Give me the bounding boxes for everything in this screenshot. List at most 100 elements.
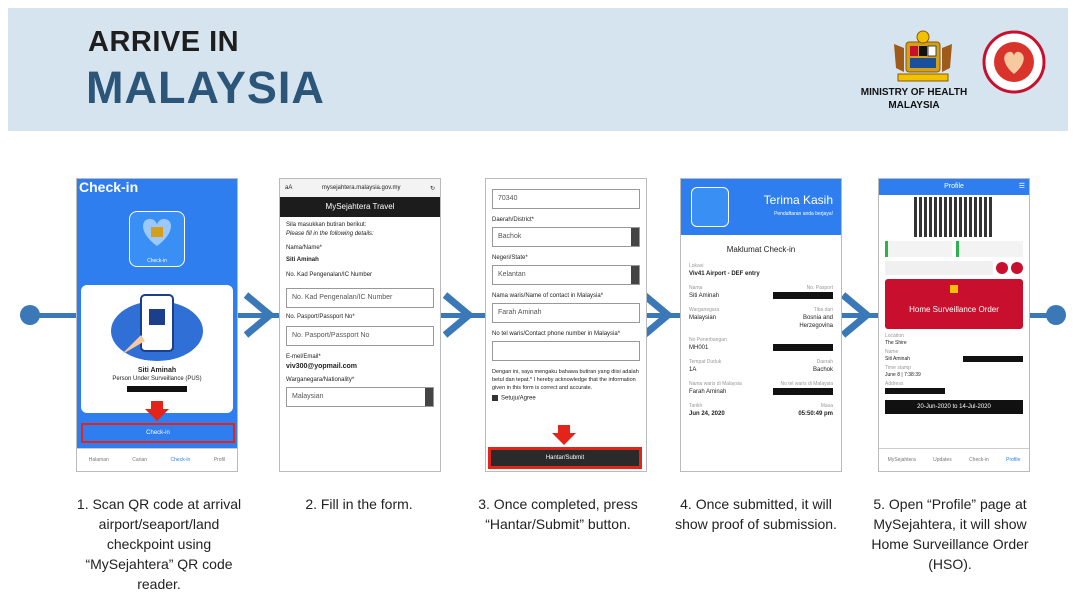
nationality-select[interactable]: Malaysian	[286, 387, 434, 407]
seat-label: Tempat Duduk	[689, 359, 722, 365]
ministry-label: MINISTRY OF HEALTH MALAYSIA	[860, 87, 968, 111]
redacted-block	[127, 386, 187, 392]
redacted-block	[773, 388, 833, 395]
intro-text-en: Please fill in the following details:	[286, 231, 374, 237]
caption-step3: 3. Once completed, press “Hantar/Submit”…	[478, 496, 638, 532]
app-icon: Check-in	[129, 211, 185, 267]
nav-profile[interactable]: Profil	[214, 457, 225, 463]
screen-checkin: Check-in Check-in Siti Aminah Person Und…	[76, 178, 238, 472]
coat-of-arms-logo	[888, 28, 958, 84]
status-card-green	[885, 241, 952, 257]
arrow-down-icon	[145, 401, 169, 421]
nav-updates[interactable]: Updates	[933, 457, 952, 463]
bottom-nav: Halaman Carian Check-in Profil	[77, 448, 237, 471]
state-label: Negeri/State*	[492, 255, 528, 261]
user-status: Person Under Surveillance (PUS)	[112, 376, 202, 382]
app-icon	[691, 187, 729, 227]
redacted-block	[773, 344, 833, 351]
bottom-nav: MySejahtera Updates Check-in Profile	[879, 448, 1029, 471]
qr-code	[914, 197, 994, 237]
submit-button[interactable]: Hantar/Submit	[488, 447, 642, 469]
page-title-line2: MALAYSIA	[86, 62, 325, 113]
name-value: Siti Aminah	[286, 257, 319, 263]
hso-card: Home Surveillance Order	[885, 279, 1023, 329]
page-title-line1: ARRIVE IN	[88, 26, 240, 58]
menu-icon[interactable]: ☰	[1019, 179, 1025, 195]
nav-profile[interactable]: Profile	[1006, 457, 1020, 463]
address-label: Address	[885, 381, 904, 387]
url-field[interactable]: mysejahtera.malaysia.gov.my	[322, 185, 401, 191]
checkin-info-heading: Maklumat Check-in	[726, 245, 796, 254]
email-value: viv300@yopmail.com	[286, 363, 358, 370]
thanks-title: Terima Kasih	[763, 193, 833, 207]
district-select[interactable]: Bachok	[492, 227, 640, 247]
screen-form-submit: 70340 Daerah/District* Bachok Negeri/Sta…	[485, 178, 647, 472]
name-label: Name	[885, 349, 899, 355]
location-label: Location	[885, 333, 904, 339]
state-select[interactable]: Kelantan	[492, 265, 640, 285]
declaration-text: Dengan ini, saya mengaku bahawa butiran …	[492, 369, 639, 391]
country-label: Tiba dari	[813, 307, 833, 313]
reload-icon[interactable]: ↻	[430, 185, 435, 192]
qr-scan-illustration	[111, 294, 203, 361]
thanks-subtitle: Pendaftaran anda berjaya!	[774, 211, 833, 217]
chevron-right-icon	[442, 292, 475, 338]
checkin-card: Siti Aminah Person Under Surveillance (P…	[81, 285, 233, 413]
district-label: Daerah/District*	[492, 217, 535, 223]
nav-checkin[interactable]: Check-in	[969, 457, 989, 463]
contact-phone-input[interactable]	[492, 341, 640, 361]
redacted-block	[773, 292, 833, 299]
screen-form: aA mysejahtera.malaysia.gov.my ↻ MySejah…	[279, 178, 441, 472]
date-label: Tarikh	[689, 403, 703, 409]
date-value: Jun 24, 2020	[689, 411, 725, 417]
redacted-block	[963, 356, 1023, 362]
time-value: 05:50:49 pm	[798, 411, 833, 417]
nationality-label: Warganegara	[689, 307, 720, 313]
email-label: E-mel/Email*	[286, 354, 321, 360]
contact-input[interactable]: Farah Aminah	[492, 303, 640, 323]
kempen-badge-logo	[982, 30, 1046, 94]
passport-input[interactable]: No. Pasport/Passport No	[286, 326, 434, 346]
screen-profile: Profile ☰ Home Surveillance Order Locati…	[878, 178, 1030, 472]
checkin-button[interactable]: Check-in	[81, 423, 235, 443]
name-label: Nama/Name*	[286, 245, 323, 251]
hso-title: Home Surveillance Order	[909, 305, 999, 314]
chevron-right-icon	[243, 292, 276, 338]
name-label: Nama	[689, 285, 703, 291]
timeline-start-dot	[20, 305, 40, 325]
location-label: Lokasi	[689, 263, 704, 269]
arrow-down-icon	[552, 425, 576, 445]
agree-checkbox[interactable]: Setuju/Agree	[486, 395, 646, 402]
user-name: Siti Aminah	[137, 367, 177, 374]
screen1-title: Check-in	[79, 179, 139, 195]
badge-icon	[1011, 262, 1023, 274]
timestamp-label: Time stamp	[885, 365, 911, 371]
redacted-block	[885, 388, 945, 394]
seat-value: 1A	[689, 367, 697, 373]
caption-step2: 2. Fill in the form.	[305, 496, 413, 512]
contact-value: Farah Aminah	[689, 389, 727, 395]
timeline-end-dot	[1046, 305, 1066, 325]
postcode-input[interactable]: 70340	[492, 189, 640, 209]
coat-of-arms-icon	[950, 285, 958, 293]
text-size-button[interactable]: aA	[285, 185, 292, 191]
nationality-label: Warganegara/Nationality*	[286, 377, 355, 383]
info-text-block	[885, 261, 993, 275]
nav-mysejahtera[interactable]: MySejahtera	[888, 457, 916, 463]
caption-step4: 4. Once submitted, it will show proof of…	[675, 496, 837, 532]
name-value: Siti Aminah	[689, 293, 720, 299]
nationality-value: Malaysian	[689, 315, 717, 321]
contact-phone-label: No tel waris di Malaysia	[780, 381, 833, 387]
flight-value: MH001	[689, 345, 709, 351]
nav-home[interactable]: Halaman	[89, 457, 109, 463]
passport-label: No. Pasport	[806, 285, 833, 291]
ic-label: No. Kad Pengenalan/IC Number	[286, 272, 373, 278]
ic-input[interactable]: No. Kad Pengenalan/IC Number	[286, 288, 434, 308]
caption-step1: 1. Scan QR code at arrival airport/seapo…	[76, 496, 242, 592]
timestamp-value: June 8 | 7:38:39	[885, 372, 921, 378]
location-value: The Shire	[885, 340, 907, 346]
nav-checkin[interactable]: Check-in	[171, 457, 191, 463]
screen-confirmation: Terima Kasih Pendaftaran anda berjaya! M…	[680, 178, 842, 472]
hso-period: 20-Jun-2020 to 14-Jul-2020	[885, 400, 1023, 414]
nav-search[interactable]: Carian	[132, 457, 147, 463]
